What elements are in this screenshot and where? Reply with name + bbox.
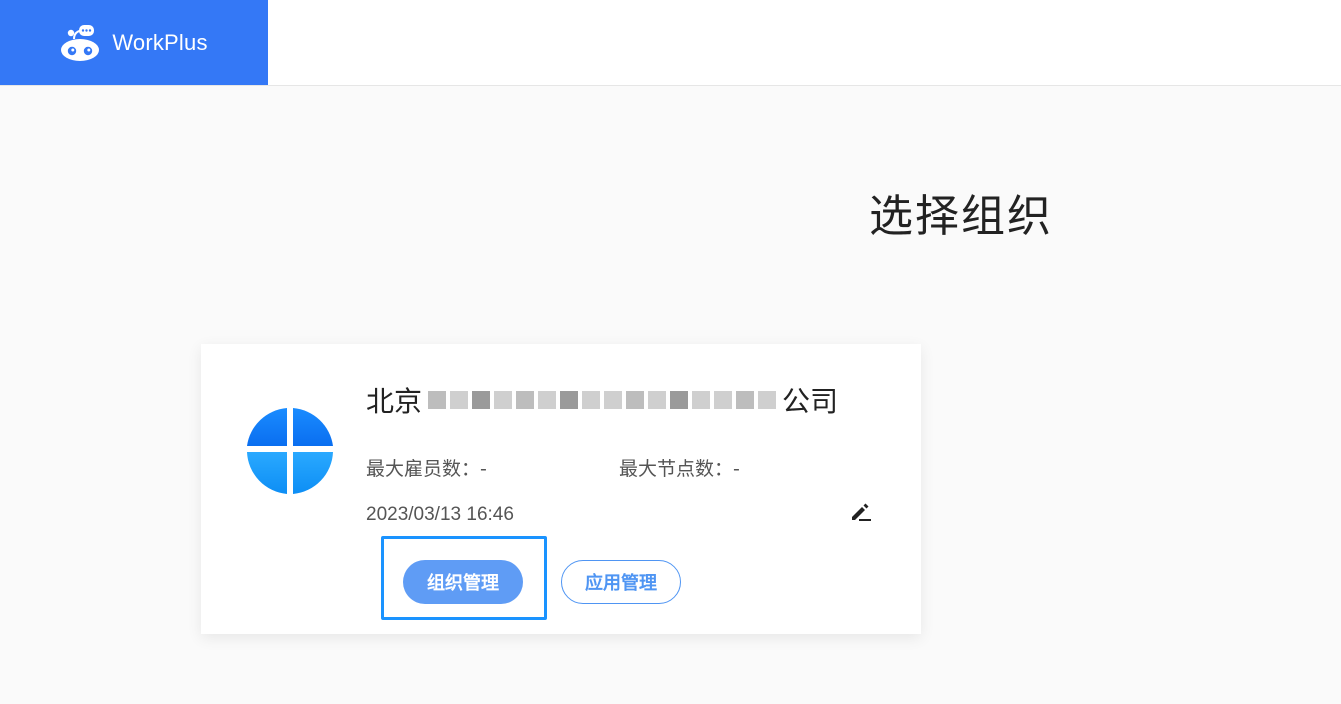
org-name-prefix: 北京 — [366, 385, 423, 418]
org-name-redacted — [428, 391, 777, 409]
org-manage-button[interactable]: 组织管理 — [403, 560, 523, 604]
brand-name: WorkPlus — [112, 29, 208, 55]
max-nodes: 最大节点数：- — [619, 458, 740, 480]
brand-block[interactable]: WorkPlus — [0, 0, 268, 85]
max-employees: 最大雇员数：- — [366, 458, 487, 480]
workplus-logo-icon — [61, 24, 100, 61]
pencil-edit-icon[interactable] — [847, 499, 873, 525]
top-bar: WorkPlus — [0, 0, 1341, 86]
brand-inner: WorkPlus — [60, 23, 207, 63]
page-title: 选择组织 — [869, 191, 1053, 242]
org-card[interactable]: 北京 公司 最大雇员数：- 最大节点数：- 2023/03/13 16:46 组… — [201, 344, 921, 634]
created-time: 2023/03/13 16:46 — [366, 504, 514, 525]
org-name-suffix: 公司 — [782, 385, 839, 418]
app-manage-button[interactable]: 应用管理 — [561, 560, 681, 604]
org-name: 北京 公司 — [366, 382, 838, 418]
org-logo-icon — [247, 408, 333, 494]
